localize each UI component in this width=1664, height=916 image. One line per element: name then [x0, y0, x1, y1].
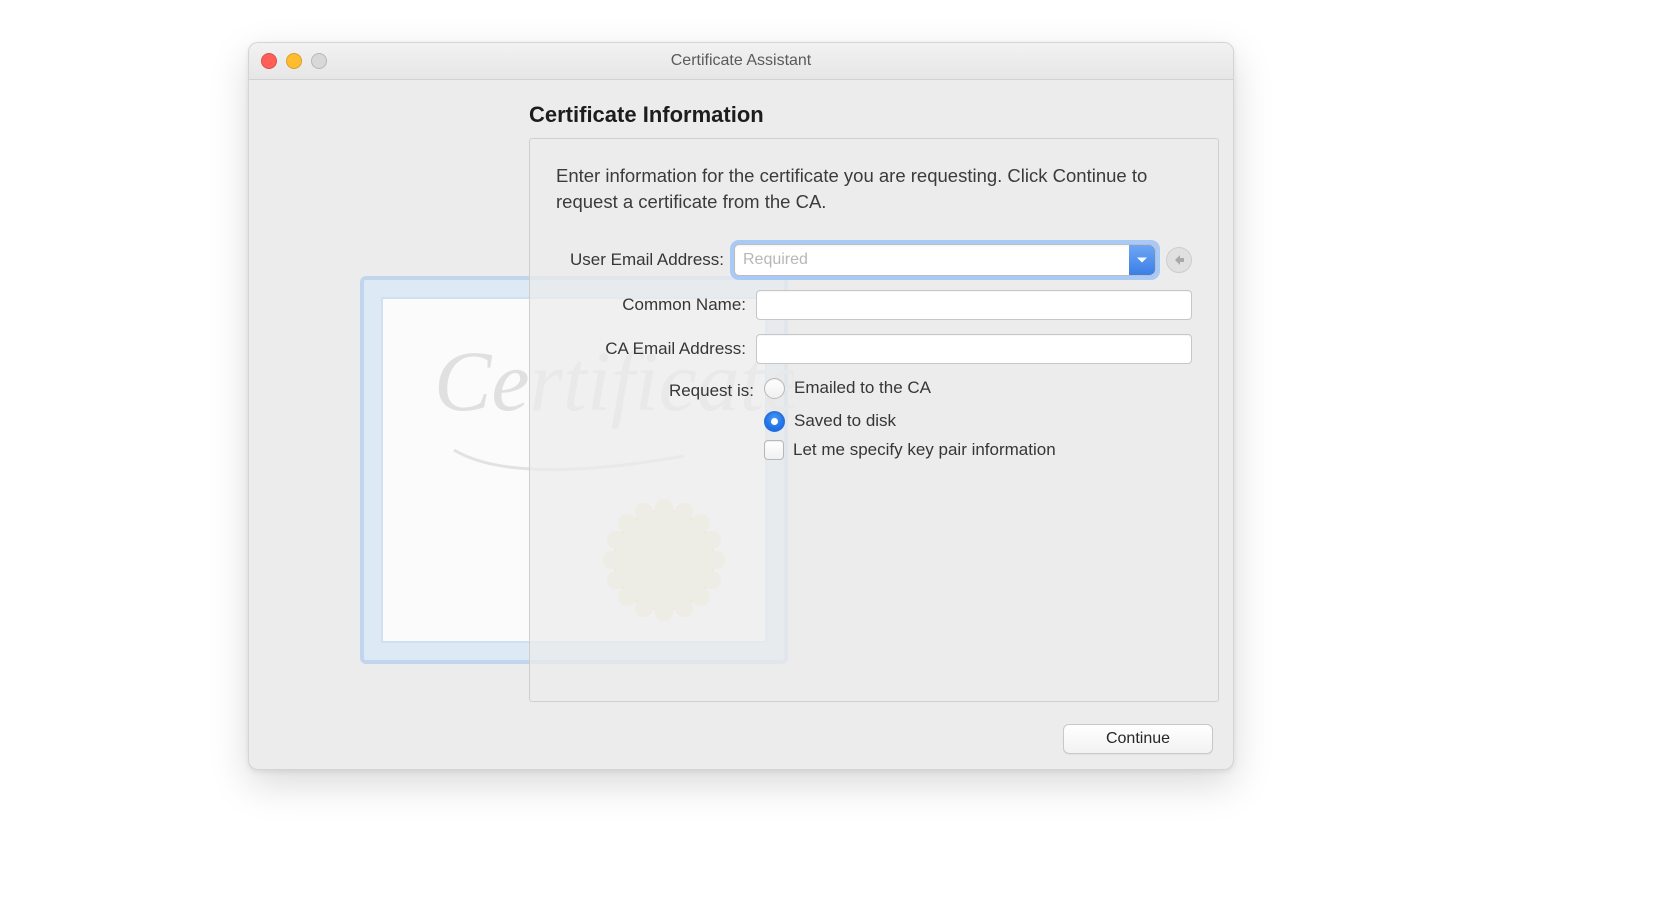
titlebar: Certificate Assistant: [249, 43, 1233, 80]
continue-button[interactable]: Continue: [1063, 724, 1213, 754]
option-saved-label: Saved to disk: [794, 411, 896, 431]
form-panel: Enter information for the certificate yo…: [529, 138, 1219, 702]
content-area: Certificate: [249, 80, 1233, 770]
option-emailed-to-ca[interactable]: Emailed to the CA: [764, 378, 931, 399]
keypair-label: Let me specify key pair information: [793, 440, 1056, 460]
checkbox-keypair-icon: [764, 440, 784, 460]
back-button[interactable]: [1166, 247, 1192, 273]
option-keypair[interactable]: Let me specify key pair information: [764, 440, 1192, 460]
label-request-is: Request is:: [556, 381, 764, 401]
common-name-input[interactable]: [756, 290, 1192, 320]
user-email-dropdown-button[interactable]: [1129, 245, 1155, 275]
chevron-down-icon: [1136, 254, 1148, 266]
close-window-button[interactable]: [261, 53, 277, 69]
label-common-name: Common Name:: [556, 295, 756, 315]
arrow-left-icon: [1173, 254, 1185, 266]
window-controls: [261, 53, 327, 69]
option-saved-to-disk[interactable]: Saved to disk: [764, 411, 1192, 432]
radio-saved-icon: [764, 411, 785, 432]
user-email-combobox[interactable]: [734, 244, 1156, 276]
ca-email-input[interactable]: [756, 334, 1192, 364]
radio-emailed-icon: [764, 378, 785, 399]
section-heading: Certificate Information: [529, 102, 764, 128]
certificate-assistant-window: Certificate Assistant Certificate: [248, 42, 1234, 770]
row-request-is: Request is: Emailed to the CA: [556, 378, 1192, 405]
instructions-text: Enter information for the certificate yo…: [556, 163, 1192, 216]
row-user-email: User Email Address:: [556, 244, 1192, 276]
footer: Continue: [1063, 724, 1213, 754]
label-user-email: User Email Address:: [556, 250, 734, 270]
user-email-input[interactable]: [735, 245, 1129, 275]
options-column: Saved to disk Let me specify key pair in…: [764, 411, 1192, 460]
row-ca-email: CA Email Address:: [556, 334, 1192, 364]
option-emailed-label: Emailed to the CA: [794, 378, 931, 398]
minimize-window-button[interactable]: [286, 53, 302, 69]
window-title: Certificate Assistant: [671, 52, 812, 70]
maximize-window-button[interactable]: [311, 53, 327, 69]
label-ca-email: CA Email Address:: [556, 339, 756, 359]
row-common-name: Common Name:: [556, 290, 1192, 320]
